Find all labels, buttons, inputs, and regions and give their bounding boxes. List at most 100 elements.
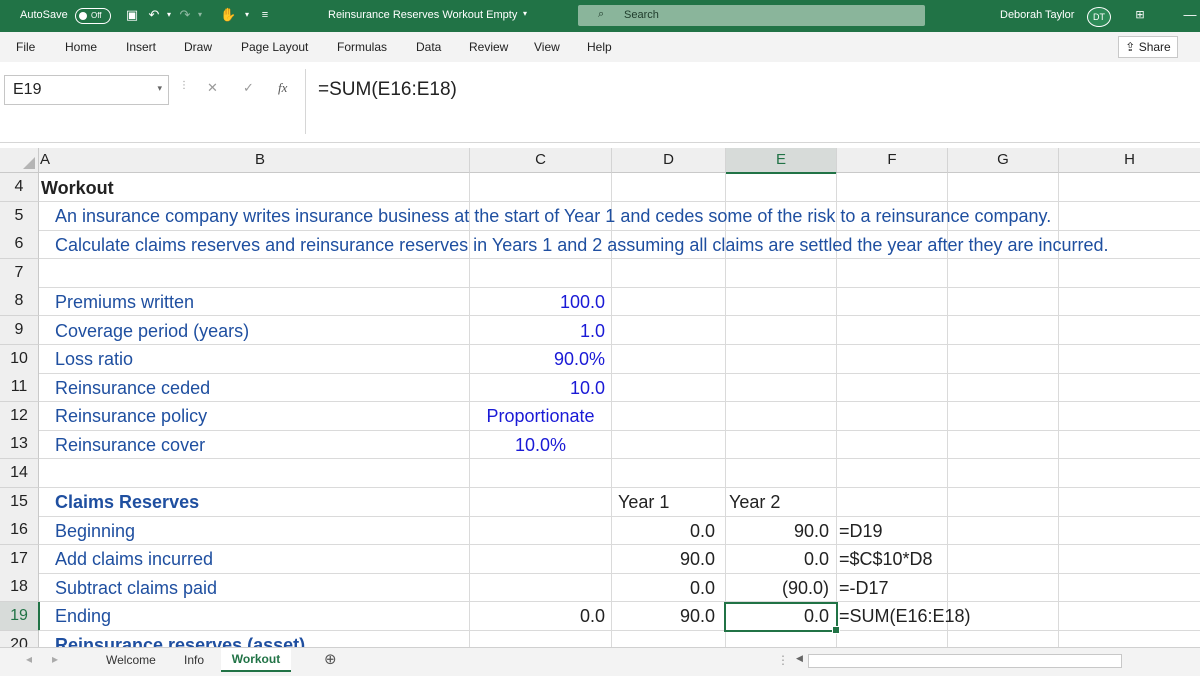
cell-b12[interactable]: Reinsurance policy (55, 402, 207, 430)
cell-f18[interactable]: =-D17 (839, 574, 889, 602)
cell-a4[interactable]: Workout (41, 174, 114, 202)
share-button[interactable]: ⇪ Share (1118, 36, 1178, 58)
cell-e15[interactable]: Year 2 (729, 488, 780, 516)
cell-b15[interactable]: Claims Reserves (55, 488, 199, 516)
tab-page-layout[interactable]: Page Layout (241, 40, 308, 54)
sheet-tab-welcome[interactable]: Welcome (106, 653, 156, 667)
cell-c11[interactable]: 10.0 (470, 374, 605, 402)
minimize-icon[interactable]: — (1183, 7, 1197, 23)
chevron-down-icon[interactable]: ▾ (157, 83, 162, 94)
select-all-corner[interactable] (0, 148, 39, 173)
cell-b17[interactable]: Add claims incurred (55, 545, 213, 573)
column-header-b[interactable]: B (51, 148, 470, 173)
avatar[interactable]: DT (1087, 7, 1111, 27)
row-header-7[interactable]: 7 (0, 259, 39, 288)
row-header-5[interactable]: 5 (0, 202, 39, 231)
insert-function-icon[interactable]: fx (278, 80, 287, 96)
user-name[interactable]: Deborah Taylor (1000, 9, 1074, 21)
cell-d17[interactable]: 90.0 (612, 545, 715, 573)
column-header-d[interactable]: D (612, 148, 726, 173)
cell-d15[interactable]: Year 1 (618, 488, 669, 516)
title-dropdown-icon[interactable]: ▾ (523, 9, 527, 18)
horizontal-scrollbar[interactable] (808, 654, 1122, 668)
tab-review[interactable]: Review (469, 40, 508, 54)
tab-file[interactable]: File (16, 40, 35, 54)
row-header-11[interactable]: 11 (0, 373, 39, 402)
cell-c10[interactable]: 90.0% (470, 345, 605, 373)
row-header-6[interactable]: 6 (0, 230, 39, 259)
search-box[interactable]: ⌕ Search (578, 5, 925, 26)
column-header-h[interactable]: H (1059, 148, 1200, 173)
row-header-16[interactable]: 16 (0, 516, 39, 545)
row-header-10[interactable]: 10 (0, 345, 39, 374)
row-header-12[interactable]: 12 (0, 402, 39, 431)
cell-d19[interactable]: 90.0 (612, 602, 715, 630)
undo-icon[interactable]: ↶ (147, 7, 161, 23)
cancel-icon[interactable]: ✕ (207, 80, 218, 96)
cell-b18[interactable]: Subtract claims paid (55, 574, 217, 602)
formula-input[interactable]: =SUM(E16:E18) (305, 69, 1200, 134)
column-header-g[interactable]: G (948, 148, 1059, 173)
autosave-toggle[interactable]: Off (75, 8, 111, 24)
row-header-13[interactable]: 13 (0, 430, 39, 459)
row-header-15[interactable]: 15 (0, 488, 39, 517)
name-box[interactable]: E19 ▾ (4, 75, 169, 105)
cell-b16[interactable]: Beginning (55, 517, 135, 545)
touch-mode-icon[interactable]: ✋ (220, 7, 236, 23)
cell-e18[interactable]: (90.0) (726, 574, 829, 602)
tab-insert[interactable]: Insert (126, 40, 156, 54)
tab-view[interactable]: View (534, 40, 560, 54)
more-options-icon[interactable]: ⋮ (179, 80, 189, 91)
tab-home[interactable]: Home (65, 40, 97, 54)
splitter-icon[interactable]: ⋮ (777, 653, 789, 667)
row-header-18[interactable]: 18 (0, 573, 39, 602)
sheet-tab-workout[interactable]: Workout (221, 648, 291, 672)
sheet-tab-info[interactable]: Info (184, 653, 204, 667)
redo-dropdown-icon[interactable]: ▾ (193, 7, 207, 23)
cell-b5[interactable]: An insurance company writes insurance bu… (55, 202, 1051, 230)
cell-b8[interactable]: Premiums written (55, 288, 194, 316)
spreadsheet-grid[interactable]: A B C D E F G H 4 5 6 7 8 9 10 11 12 13 14 15 16 17 18… (0, 142, 1200, 647)
cell-b6[interactable]: Calculate claims reserves and reinsuranc… (55, 231, 1109, 259)
cell-b9[interactable]: Coverage period (years) (55, 317, 249, 345)
column-header-c[interactable]: C (470, 148, 612, 173)
undo-dropdown-icon[interactable]: ▾ (162, 7, 176, 23)
tab-help[interactable]: Help (587, 40, 612, 54)
cell-c19[interactable]: 0.0 (470, 602, 605, 630)
row-header-17[interactable]: 17 (0, 545, 39, 574)
touch-dropdown-icon[interactable]: ▾ (240, 7, 254, 23)
column-header-f[interactable]: F (837, 148, 948, 173)
scroll-right-icon[interactable]: ▸ (52, 652, 58, 666)
cell-b13[interactable]: Reinsurance cover (55, 431, 205, 459)
tab-data[interactable]: Data (416, 40, 441, 54)
tab-formulas[interactable]: Formulas (337, 40, 387, 54)
row-header-9[interactable]: 9 (0, 316, 39, 345)
cell-e17[interactable]: 0.0 (726, 545, 829, 573)
redo-icon[interactable]: ↷ (178, 7, 192, 23)
row-header-14[interactable]: 14 (0, 459, 39, 488)
ribbon-display-icon[interactable]: ⊞ (1133, 7, 1147, 23)
cell-b20[interactable]: Reinsurance reserves (asset) (55, 631, 305, 647)
cell-e19[interactable]: 0.0 (726, 602, 829, 630)
save-icon[interactable]: ▣ (125, 7, 139, 23)
cell-b10[interactable]: Loss ratio (55, 345, 133, 373)
customize-toolbar-icon[interactable]: ≡ (258, 7, 272, 23)
cell-b19[interactable]: Ending (55, 602, 111, 630)
cell-c8[interactable]: 100.0 (470, 288, 605, 316)
cell-c13[interactable]: 10.0% (470, 431, 611, 459)
row-header-20[interactable]: 20 (0, 631, 39, 647)
document-title[interactable]: Reinsurance Reserves Workout Empty (328, 9, 517, 21)
cell-f19[interactable]: =SUM(E16:E18) (839, 602, 971, 630)
row-header-4[interactable]: 4 (0, 173, 39, 202)
cell-f16[interactable]: =D19 (839, 517, 883, 545)
tab-draw[interactable]: Draw (184, 40, 212, 54)
scroll-left-icon[interactable]: ◂ (26, 652, 32, 666)
row-header-19[interactable]: 19 (0, 602, 40, 631)
add-sheet-icon[interactable]: ⊕ (324, 650, 337, 668)
cell-c9[interactable]: 1.0 (470, 317, 605, 345)
cell-e16[interactable]: 90.0 (726, 517, 829, 545)
row-header-8[interactable]: 8 (0, 287, 39, 316)
cell-c12[interactable]: Proportionate (470, 402, 611, 430)
column-header-e[interactable]: E (726, 148, 837, 174)
cell-d18[interactable]: 0.0 (612, 574, 715, 602)
